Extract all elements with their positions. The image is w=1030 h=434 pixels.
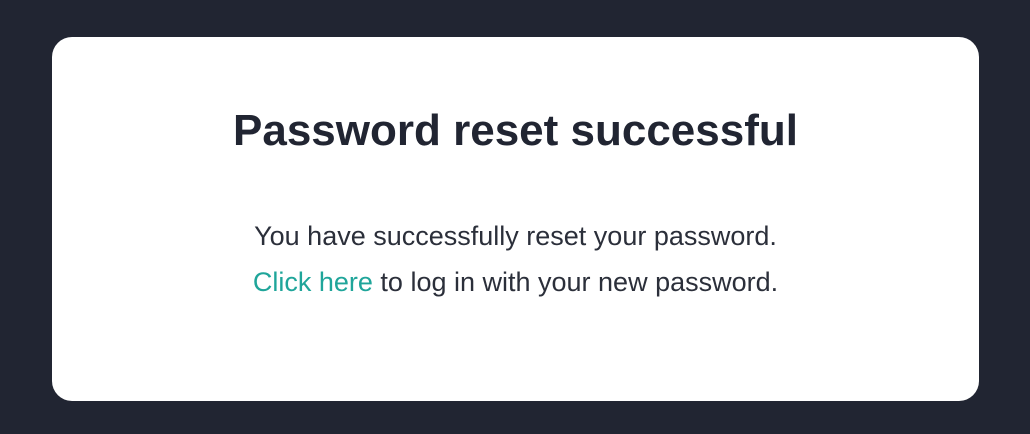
login-link[interactable]: Click here [253, 267, 373, 297]
reset-success-card: Password reset successful You have succe… [52, 37, 979, 401]
message-line-2: Click here to log in with your new passw… [52, 259, 979, 305]
page-title: Password reset successful [233, 106, 798, 155]
login-instruction-text: to log in with your new password. [372, 267, 779, 297]
message-line-1: You have successfully reset your passwor… [254, 221, 777, 251]
success-message: You have successfully reset your passwor… [52, 213, 979, 305]
